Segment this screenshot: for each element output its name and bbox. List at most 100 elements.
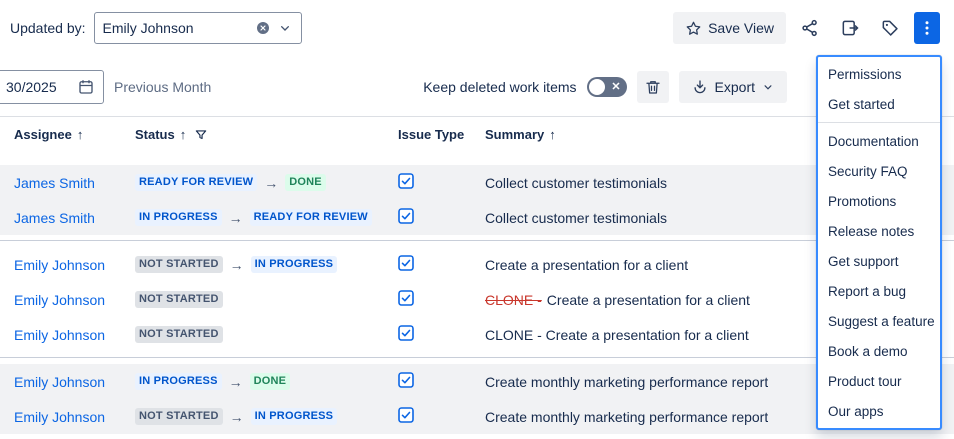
tag-button[interactable] [874, 12, 906, 44]
menu-item[interactable]: Promotions [818, 186, 940, 216]
table-body: James Smith READY FOR REVIEW → DONE Coll… [0, 152, 954, 434]
menu-item[interactable]: Security FAQ [818, 156, 940, 186]
status-cell: READY FOR REVIEW → DONE [135, 174, 398, 191]
save-view-button[interactable]: Save View [673, 12, 786, 44]
column-header-status[interactable]: Status ↑ [135, 127, 398, 142]
menu-divider [818, 122, 940, 123]
issue-type-cell [398, 173, 485, 192]
table-row[interactable]: Emily Johnson IN PROGRESS → DONE Create … [0, 364, 954, 399]
overflow-menu: Permissions Get started Documentation Se… [816, 55, 942, 430]
assignee-link[interactable]: Emily Johnson [14, 257, 105, 273]
keep-deleted-label: Keep deleted work items [423, 79, 576, 95]
task-checkbox-icon [398, 290, 414, 306]
assignee-link[interactable]: Emily Johnson [14, 327, 105, 343]
sort-asc-icon[interactable]: ↑ [77, 127, 84, 142]
assignee-cell: James Smith [14, 210, 135, 226]
sort-asc-icon[interactable]: ↑ [180, 127, 187, 142]
task-checkbox-icon [398, 173, 414, 189]
updated-by-filter[interactable]: Emily Johnson [94, 12, 302, 44]
summary-strike-text: CLONE - [485, 292, 542, 308]
issue-type-header-label: Issue Type [398, 127, 464, 142]
menu-item[interactable]: Report a bug [818, 276, 940, 306]
calendar-icon[interactable] [77, 78, 95, 96]
save-view-label: Save View [708, 20, 774, 36]
export-button[interactable]: Export [679, 71, 787, 103]
chevron-down-icon[interactable] [277, 20, 293, 36]
toggle-off-icon: ✕ [611, 80, 620, 94]
assignee-link[interactable]: James Smith [14, 175, 95, 191]
status-cell: IN PROGRESS → READY FOR REVIEW [135, 209, 398, 226]
sort-asc-icon[interactable]: ↑ [549, 127, 556, 142]
issue-type-cell [398, 208, 485, 227]
assignee-cell: James Smith [14, 175, 135, 191]
summary-text: Create monthly marketing performance rep… [485, 409, 768, 425]
menu-item[interactable]: Permissions [818, 59, 940, 89]
task-checkbox-icon [398, 208, 414, 224]
toolbar: 30/2025 Previous Month Keep deleted work… [0, 66, 954, 108]
menu-item[interactable]: Get support [818, 246, 940, 276]
more-menu-button[interactable] [914, 12, 940, 44]
table-row[interactable]: Emily Johnson NOT STARTED CLONE - Create… [0, 317, 954, 352]
table-row[interactable]: James Smith IN PROGRESS → READY FOR REVI… [0, 200, 954, 235]
delete-button[interactable] [637, 71, 669, 103]
table-row[interactable]: Emily Johnson NOT STARTED CLONE - Create… [0, 282, 954, 317]
updated-by-label: Updated by: [10, 20, 86, 36]
previous-month-link[interactable]: Previous Month [114, 79, 211, 95]
status-header-label: Status [135, 127, 175, 142]
date-input[interactable]: 30/2025 [0, 70, 104, 104]
duplicate-icon [840, 18, 860, 38]
work-items-table: Assignee ↑ Status ↑ Issue Type Summary ↑… [0, 116, 954, 434]
assignee-link[interactable]: James Smith [14, 210, 95, 226]
issue-type-cell [398, 290, 485, 309]
table-row[interactable]: Emily Johnson NOT STARTED → IN PROGRESS … [0, 247, 954, 282]
status-from-badge: IN PROGRESS [135, 373, 222, 390]
table-row[interactable]: Emily Johnson NOT STARTED → IN PROGRESS … [0, 399, 954, 434]
issue-type-cell [398, 325, 485, 344]
menu-item[interactable]: Our apps [818, 396, 940, 426]
export-chevron-down-icon [761, 80, 775, 94]
assignee-link[interactable]: Emily Johnson [14, 374, 105, 390]
status-to-badge: IN PROGRESS [251, 408, 338, 425]
status-cell: IN PROGRESS → DONE [135, 373, 398, 390]
status-to-badge: DONE [285, 174, 326, 191]
assignee-link[interactable]: Emily Johnson [14, 292, 105, 308]
status-from-badge: NOT STARTED [135, 408, 223, 425]
assignee-cell: Emily Johnson [14, 409, 135, 425]
status-from-badge: IN PROGRESS [135, 209, 222, 226]
assignee-link[interactable]: Emily Johnson [14, 409, 105, 425]
duplicate-button[interactable] [834, 12, 866, 44]
clear-filter-icon[interactable] [255, 20, 271, 36]
menu-item[interactable]: Get started [818, 89, 940, 119]
assignee-cell: Emily Johnson [14, 292, 135, 308]
menu-item[interactable]: Documentation [818, 126, 940, 156]
status-cell: NOT STARTED → IN PROGRESS [135, 256, 398, 273]
keep-deleted-toggle[interactable]: ✕ [587, 77, 627, 97]
table-row[interactable]: James Smith READY FOR REVIEW → DONE Coll… [0, 165, 954, 200]
status-to-badge: IN PROGRESS [251, 256, 338, 273]
topbar: Updated by: Emily Johnson Save View [0, 0, 954, 56]
menu-item[interactable]: Suggest a feature [818, 306, 940, 336]
status-from-badge: READY FOR REVIEW [135, 174, 257, 191]
status-arrow-icon: → [229, 210, 243, 226]
status-arrow-icon: → [230, 409, 244, 425]
issue-type-cell [398, 407, 485, 426]
issue-type-cell [398, 255, 485, 274]
column-header-issue-type[interactable]: Issue Type [398, 127, 485, 142]
menu-item[interactable]: Product tour [818, 366, 940, 396]
menu-item[interactable]: Book a demo [818, 336, 940, 366]
menu-item[interactable]: Release notes [818, 216, 940, 246]
column-header-assignee[interactable]: Assignee ↑ [14, 127, 135, 142]
status-from-badge: NOT STARTED [135, 291, 223, 308]
filter-icon[interactable] [194, 128, 208, 142]
tag-icon [880, 18, 900, 38]
share-button[interactable] [794, 12, 826, 44]
status-arrow-icon: → [229, 374, 243, 390]
export-icon [691, 78, 709, 96]
summary-text: Create monthly marketing performance rep… [485, 374, 768, 390]
app-root: Updated by: Emily Johnson Save View [0, 0, 954, 439]
summary-text: Create a presentation for a client [547, 292, 750, 308]
issue-type-cell [398, 372, 485, 391]
status-cell: NOT STARTED [135, 326, 398, 343]
status-to-badge: DONE [250, 373, 291, 390]
status-cell: NOT STARTED → IN PROGRESS [135, 408, 398, 425]
